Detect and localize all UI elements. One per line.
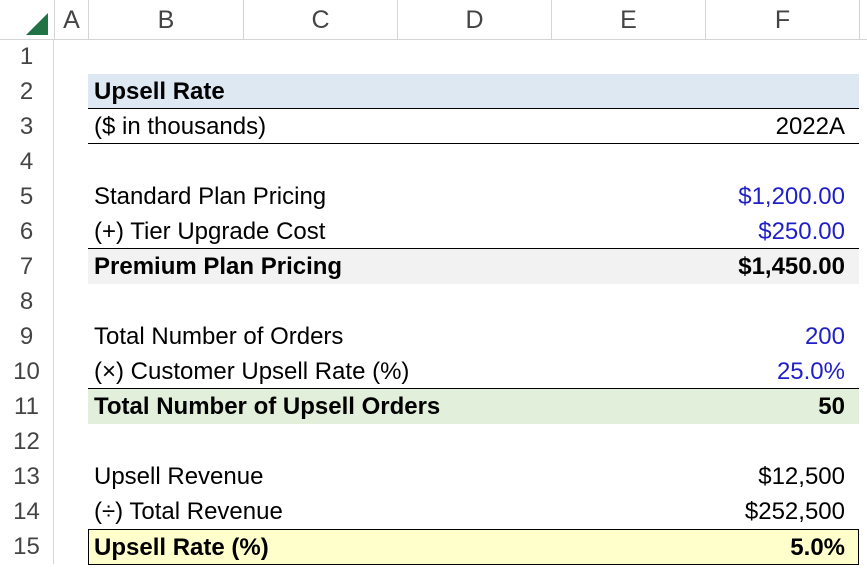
row-header-3[interactable]: 3 [0,109,54,144]
column-header-c[interactable]: C [243,0,397,39]
title-row[interactable]: Upsell Rate [88,74,859,109]
tier-upgrade-row[interactable]: (+) Tier Upgrade Cost $250.00 [88,214,859,249]
customer-upsell-rate-value[interactable]: 25.0% [777,354,845,389]
customer-upsell-rate-row[interactable]: (×) Customer Upsell Rate (%) 25.0% [88,354,859,389]
column-header-f[interactable]: F [705,0,859,39]
select-all-corner[interactable] [0,0,54,39]
upsell-rate-value[interactable]: 5.0% [790,530,845,565]
upsell-rate-result-row[interactable]: Upsell Rate (%) 5.0% [88,529,859,565]
premium-plan-value[interactable]: $1,450.00 [738,249,845,284]
total-revenue-label: (÷) Total Revenue [94,498,283,525]
total-orders-value[interactable]: 200 [805,319,845,354]
total-orders-label: Total Number of Orders [94,323,344,350]
row-header-4[interactable]: 4 [0,144,54,179]
row-header-bar: 1 2 3 4 5 6 7 8 9 10 11 12 13 14 15 [0,39,54,571]
upsell-rate-label: Upsell Rate (%) [94,534,269,561]
upsell-orders-row[interactable]: Total Number of Upsell Orders 50 [88,389,859,424]
column-header-a[interactable]: A [54,0,88,39]
column-header-g-partial [859,0,867,39]
row-header-10[interactable]: 10 [0,354,54,389]
row-header-12[interactable]: 12 [0,424,54,459]
standard-plan-label: Standard Plan Pricing [94,183,327,210]
select-all-triangle-icon [26,13,48,35]
total-orders-row[interactable]: Total Number of Orders 200 [88,319,859,354]
upsell-revenue-label: Upsell Revenue [94,463,264,490]
premium-plan-label: Premium Plan Pricing [94,253,343,280]
customer-upsell-rate-label: (×) Customer Upsell Rate (%) [94,358,410,385]
tier-upgrade-label: (+) Tier Upgrade Cost [94,218,326,245]
upsell-revenue-value[interactable]: $12,500 [758,459,845,494]
column-header-b[interactable]: B [88,0,243,39]
total-revenue-row[interactable]: (÷) Total Revenue $252,500 [88,494,859,529]
upsell-orders-value[interactable]: 50 [818,389,845,424]
upsell-orders-label: Total Number of Upsell Orders [94,393,441,420]
sheet-title: Upsell Rate [94,78,225,105]
row-header-8[interactable]: 8 [0,284,54,319]
row-header-9[interactable]: 9 [0,319,54,354]
units-label: ($ in thousands) [94,113,267,140]
row-header-13[interactable]: 13 [0,459,54,494]
premium-plan-row[interactable]: Premium Plan Pricing $1,450.00 [88,249,859,284]
tier-upgrade-value[interactable]: $250.00 [758,214,845,249]
standard-plan-value[interactable]: $1,200.00 [738,179,845,214]
row-header-7[interactable]: 7 [0,249,54,284]
total-revenue-value[interactable]: $252,500 [745,494,845,529]
row-header-5[interactable]: 5 [0,179,54,214]
standard-plan-row[interactable]: Standard Plan Pricing $1,200.00 [88,179,859,214]
row-header-15[interactable]: 15 [0,529,54,564]
column-header-bar: A B C D E F [0,0,867,40]
units-row[interactable]: ($ in thousands) 2022A [88,109,859,144]
column-header-e[interactable]: E [551,0,705,39]
column-header-d[interactable]: D [397,0,551,39]
row-header-2[interactable]: 2 [0,74,54,109]
row-header-14[interactable]: 14 [0,494,54,529]
period-label: 2022A [775,113,845,140]
row-header-11[interactable]: 11 [0,389,54,424]
upsell-revenue-row[interactable]: Upsell Revenue $12,500 [88,459,859,494]
row-header-1[interactable]: 1 [0,39,54,74]
row-header-6[interactable]: 6 [0,214,54,249]
